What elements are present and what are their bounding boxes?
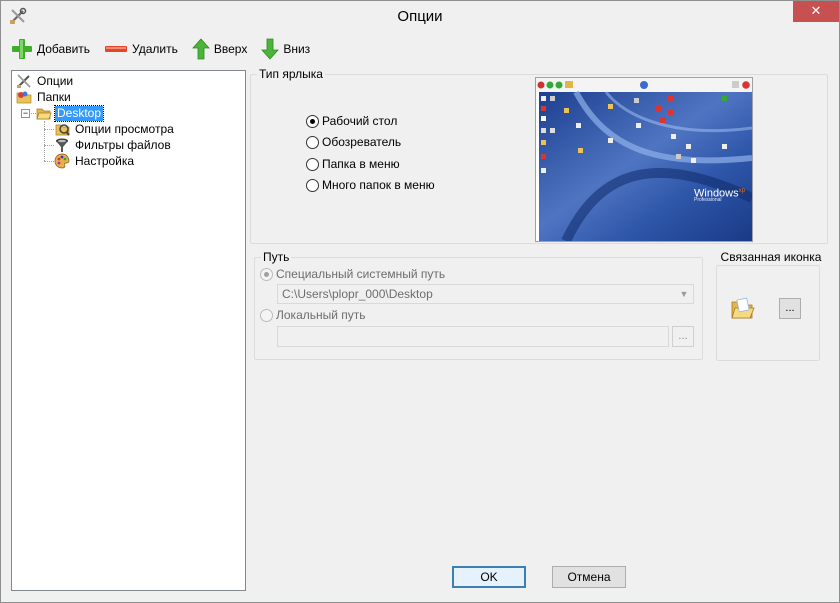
home-icon	[537, 81, 545, 89]
window-icon	[732, 81, 739, 88]
group-title: Путь	[261, 250, 292, 264]
move-up-button[interactable]: Вверх	[191, 37, 248, 61]
forward-icon	[555, 81, 563, 89]
icon-browse-button[interactable]: ...	[779, 298, 801, 319]
radio-button[interactable]	[260, 308, 273, 322]
tree-item-desktop[interactable]: Desktop	[36, 104, 105, 122]
view-options-icon	[55, 124, 70, 136]
remove-label: Удалить	[132, 42, 178, 56]
tree-line	[44, 121, 45, 161]
radio-label: Рабочий стол	[322, 114, 398, 128]
radio-local-path[interactable]: Локальный путь	[260, 307, 366, 323]
tree-item-view-options[interactable]: Опции просмотра	[54, 121, 176, 137]
back-icon	[546, 81, 554, 89]
radio-label: Специальный системный путь	[276, 267, 446, 281]
cancel-button[interactable]: Отмена	[552, 566, 626, 588]
arrow-down-icon	[261, 38, 280, 60]
tree-item-folders[interactable]: Папки	[16, 89, 73, 105]
collapse-toggle[interactable]: −	[21, 109, 30, 118]
tree-item-label: Фильтры файлов	[75, 137, 171, 152]
close-icon	[742, 81, 750, 89]
system-path-combo[interactable]: C:\Users\plopr_000\Desktop ▼	[277, 284, 694, 304]
radio-button[interactable]	[306, 135, 319, 149]
tree-item-file-filters[interactable]: Фильтры файлов	[54, 137, 173, 153]
plus-icon	[12, 39, 32, 59]
radio-system-path[interactable]: Специальный системный путь	[260, 266, 445, 282]
move-up-label: Вверх	[213, 42, 248, 56]
radio-button[interactable]	[306, 178, 319, 192]
radio-button[interactable]	[306, 157, 319, 171]
radio-label: Обозреватель	[322, 135, 402, 149]
group-title: Тип ярлыка	[257, 67, 325, 81]
tree-item-label: Desktop	[53, 104, 105, 122]
radio-button[interactable]	[260, 267, 273, 281]
desktop-preview-graphic	[536, 78, 752, 241]
tree-item-label: Опции	[37, 73, 74, 88]
tree-item-label: Папки	[37, 89, 71, 104]
toolbar: Добавить Удалить Вверх Вниз	[11, 37, 324, 61]
options-tree[interactable]: Опции Папки − Desktop Опции просмотра Фи…	[11, 70, 246, 591]
chevron-down-icon: ▼	[679, 289, 689, 299]
folder-open-icon	[731, 297, 755, 319]
move-down-label: Вниз	[283, 42, 311, 56]
folder-open-icon	[36, 108, 52, 120]
radio-button[interactable]	[306, 114, 319, 128]
move-down-button[interactable]: Вниз	[261, 37, 310, 61]
minus-icon	[105, 46, 128, 52]
plus-icon	[640, 81, 648, 89]
shortcut-preview-image: Windowsxp Professional	[535, 77, 753, 242]
tree-item-settings[interactable]: Настройка	[54, 153, 136, 169]
windows-edition-text: Professional	[694, 197, 722, 203]
filter-icon	[56, 138, 68, 152]
radio-folder-menu[interactable]: Папка в меню	[306, 156, 400, 172]
arrow-up-icon	[191, 38, 210, 60]
local-path-browse-button[interactable]: ...	[672, 326, 694, 347]
remove-button[interactable]: Удалить	[104, 37, 178, 61]
add-button[interactable]: Добавить	[11, 37, 90, 61]
radio-label: Папка в меню	[322, 157, 400, 171]
tree-item-label: Опции просмотра	[75, 121, 174, 136]
tree-line	[44, 129, 54, 130]
radio-label: Много папок в меню	[322, 178, 435, 192]
radio-label: Локальный путь	[276, 308, 366, 322]
options-window: Опции ✕ Добавить Удалить Вверх Вниз Опци…	[0, 0, 840, 603]
folder-icon	[565, 81, 573, 88]
add-label: Добавить	[37, 42, 91, 56]
tree-line	[44, 161, 54, 162]
tools-icon	[17, 74, 31, 88]
combo-value: C:\Users\plopr_000\Desktop	[282, 287, 433, 301]
radio-explorer[interactable]: Обозреватель	[306, 134, 401, 150]
tree-item-options[interactable]: Опции	[16, 73, 75, 89]
radio-many-folders-menu[interactable]: Много папок в меню	[306, 177, 435, 193]
tree-line	[44, 145, 54, 146]
window-title: Опции	[397, 8, 443, 25]
folders-icon	[16, 91, 32, 104]
title-bar: Опции ✕	[1, 1, 839, 32]
radio-desktop[interactable]: Рабочий стол	[306, 113, 397, 129]
local-path-input[interactable]	[277, 326, 669, 347]
ok-button[interactable]: OK	[452, 566, 526, 588]
close-button[interactable]: ✕	[793, 1, 839, 22]
palette-icon	[54, 153, 70, 169]
tree-item-label: Настройка	[75, 153, 135, 168]
group-title: Связанная иконка	[716, 250, 826, 264]
